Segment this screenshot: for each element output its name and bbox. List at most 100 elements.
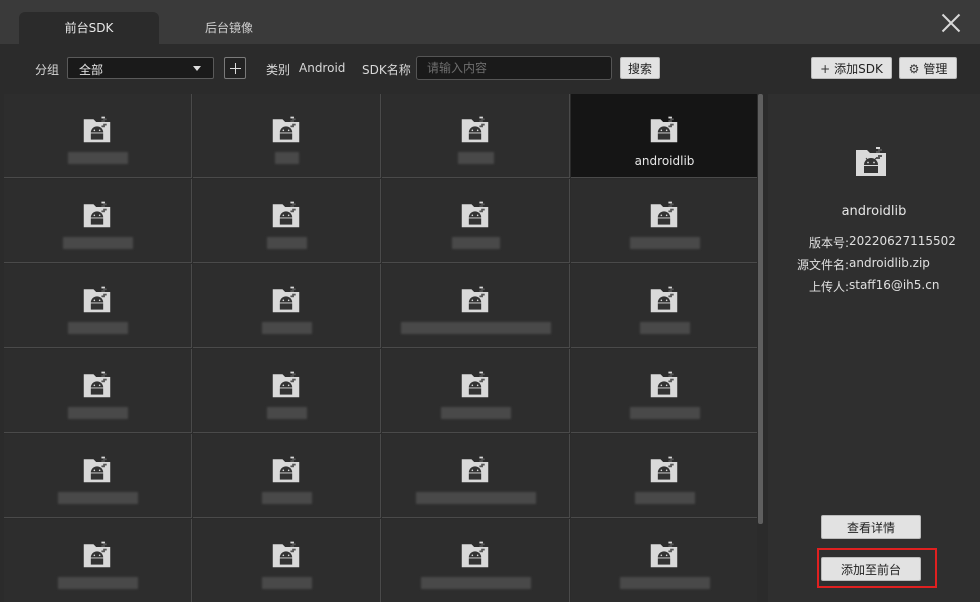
version-value: 20220627115502 [849,234,956,248]
redacted-name [68,152,128,164]
tab-backend-image[interactable]: 后台镜像 [159,12,299,44]
view-details-button[interactable]: 查看详情 [821,515,921,539]
sdk-grid-item[interactable] [193,264,381,348]
tab-frontend-sdk[interactable]: 前台SDK [19,12,159,44]
redacted-name [262,492,312,504]
zip-file-android-icon [271,454,301,487]
zip-file-android-icon [460,369,490,402]
sdk-grid-item[interactable] [4,519,192,602]
zip-file-android-icon [649,199,679,232]
chevron-down-icon [193,66,201,71]
sdk-grid-item[interactable] [571,264,757,348]
redacted-name [441,407,511,419]
redacted-name [63,237,133,249]
uploader-value: staff16@ih5.cn [849,278,940,292]
zip-file-android-icon [649,454,679,487]
sdk-grid-item[interactable] [571,349,757,433]
source-file-label: 源文件名: [796,258,849,272]
zip-file-android-icon [649,114,679,147]
sdk-grid-item[interactable] [4,94,192,178]
sdk-grid-item[interactable] [4,434,192,518]
sdk-grid-item[interactable] [382,519,570,602]
zip-file-android-icon [82,114,112,147]
sdk-grid-item[interactable] [571,434,757,518]
version-label: 版本号: [808,236,849,250]
detail-sdk-name: androidlib [841,204,907,219]
sdk-grid-item[interactable] [382,94,570,178]
redacted-name [267,407,307,419]
grid-scrollbar[interactable] [758,94,763,524]
sdk-name-search-input[interactable] [416,56,612,80]
tab-bar: 前台SDK 后台镜像 [0,0,980,44]
sdk-grid-item[interactable] [382,434,570,518]
group-select-value: 全部 [79,63,104,77]
sdk-grid-item[interactable] [571,519,757,602]
redacted-name [262,322,312,334]
sdk-grid-item[interactable] [4,264,192,348]
zip-file-android-icon [271,539,301,572]
redacted-name [416,492,536,504]
zip-file-android-icon [649,369,679,402]
zip-file-android-icon [82,454,112,487]
sdk-grid-item[interactable] [193,349,381,433]
group-label: 分组 [35,63,60,77]
redacted-name [68,322,128,334]
zip-file-android-icon [460,114,490,147]
redacted-name [640,322,690,334]
manage-button[interactable]: ⚙ 管理 [899,57,957,79]
zip-file-android-icon [460,454,490,487]
redacted-name [58,577,138,589]
redacted-name [401,322,551,334]
zip-file-android-icon [271,284,301,317]
close-icon[interactable] [940,12,962,34]
category-label: 类别 [266,63,291,77]
add-sdk-button[interactable]: + 添加SDK [811,57,892,79]
manage-label: 管理 [923,62,948,76]
redacted-name [68,407,128,419]
redacted-name [262,577,312,589]
redacted-name [421,577,531,589]
redacted-name [630,407,700,419]
source-file-value: androidlib.zip [849,256,930,270]
zip-file-android-icon [460,284,490,317]
group-select[interactable]: 全部 [67,57,214,79]
zip-file-android-icon [460,199,490,232]
redacted-name [630,237,700,249]
zip-file-android-icon [271,369,301,402]
zip-file-android-icon [82,199,112,232]
add-to-frontend-button[interactable]: 添加至前台 [821,557,921,581]
redacted-name [452,237,500,249]
zip-file-android-icon [82,369,112,402]
sdk-grid-item[interactable] [382,179,570,263]
redacted-name [275,152,299,164]
add-group-button[interactable] [224,57,246,79]
sdk-dialog: 前台SDK 后台镜像 分组 类别 Android SDK名称 全部 搜索 +添加… [0,0,980,602]
search-button[interactable]: 搜索 [620,57,660,79]
zip-file-android-icon [460,539,490,572]
zip-file-android-icon [271,199,301,232]
redacted-name [635,492,695,504]
sdk-name-label: SDK名称 [362,63,411,77]
zip-file-android-icon [649,284,679,317]
sdk-grid: androidlib [4,94,757,602]
sdk-grid-item[interactable] [193,179,381,263]
sdk-grid-item[interactable] [382,264,570,348]
plus-icon: + [820,62,831,76]
category-value: Android [299,61,346,75]
sdk-grid-item[interactable] [4,179,192,263]
zip-file-android-icon [649,539,679,572]
zip-file-android-icon [82,284,112,317]
sdk-grid-item[interactable] [571,179,757,263]
sdk-grid-item[interactable] [193,519,381,602]
zip-file-android-icon [271,114,301,147]
zip-file-android-icon [854,144,888,181]
sdk-grid-item[interactable] [382,349,570,433]
redacted-name [620,577,710,589]
uploader-label: 上传人: [808,280,849,294]
redacted-name [58,492,138,504]
sdk-grid-item[interactable] [4,349,192,433]
sdk-grid-item[interactable] [193,434,381,518]
sdk-grid-item[interactable]: androidlib [571,94,757,178]
gear-icon: ⚙ [908,62,920,76]
sdk-grid-item[interactable] [193,94,381,178]
